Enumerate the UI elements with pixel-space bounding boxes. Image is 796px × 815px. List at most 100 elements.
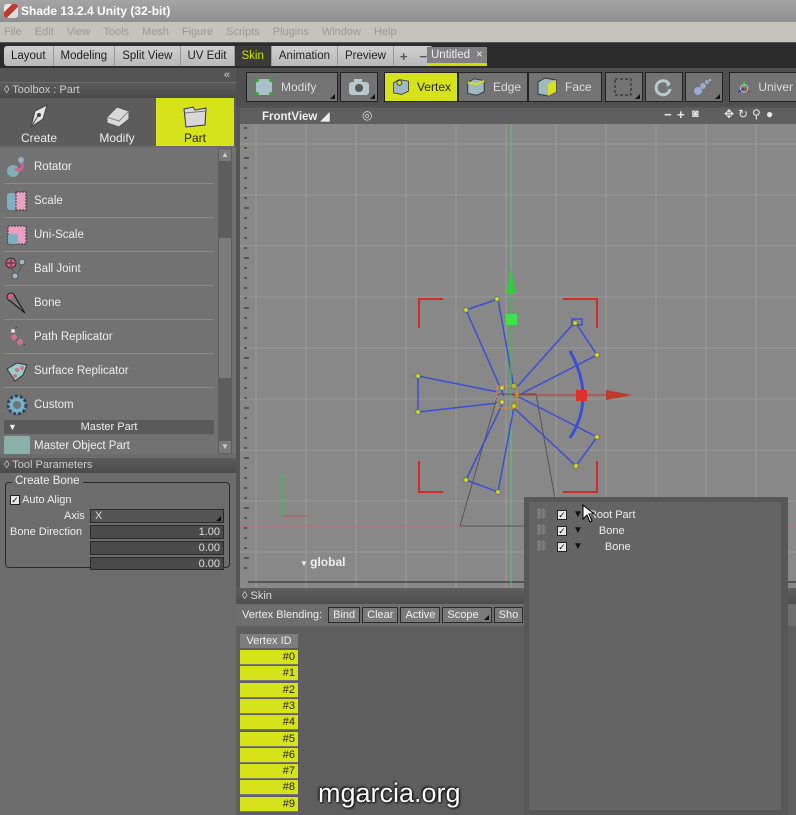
- edge-mode-button[interactable]: Edge: [458, 72, 528, 102]
- tool-master-object-part[interactable]: Master Object Part: [4, 436, 130, 454]
- tab-layout[interactable]: Layout: [4, 46, 54, 66]
- link-icon[interactable]: ⛓: [535, 525, 549, 536]
- bone-direction-z-field[interactable]: 0.00: [90, 557, 224, 570]
- y-scale-handle[interactable]: [506, 314, 517, 325]
- universal-manipulator-button[interactable]: Univer: [729, 72, 796, 102]
- vertex-id-cell[interactable]: #2: [240, 682, 298, 698]
- pan-icon[interactable]: ✥: [724, 108, 734, 121]
- mode-part-button[interactable]: Part: [156, 98, 234, 146]
- face-label: Face: [565, 80, 592, 94]
- tool-list-scrollbar[interactable]: ▲ ▼: [218, 148, 232, 454]
- menu-window[interactable]: Window: [322, 26, 361, 38]
- menu-mesh[interactable]: Mesh: [142, 26, 169, 38]
- collapse-panel-button[interactable]: «: [0, 68, 236, 82]
- vertex-id-cell[interactable]: #1: [240, 666, 298, 682]
- auto-align-checkbox[interactable]: ✓ Auto Align: [10, 494, 72, 506]
- menu-scripts[interactable]: Scripts: [226, 26, 260, 38]
- vertex-id-cell[interactable]: #7: [240, 764, 298, 780]
- target-icon[interactable]: ◎: [362, 108, 372, 122]
- expand-triangle-icon[interactable]: ▼: [573, 541, 583, 552]
- bone-direction-y-field[interactable]: 0.00: [90, 541, 224, 555]
- mode-modify-button[interactable]: Modify: [78, 98, 156, 146]
- view-toolbar: Modify Vertex Edge Face Univer: [236, 68, 796, 106]
- outliner-row[interactable]: ⛓ ✓ ▼ Bone: [535, 523, 625, 538]
- axis-select[interactable]: X: [90, 509, 224, 523]
- coordinate-system-selector[interactable]: ▼ global: [300, 555, 345, 569]
- scroll-down-icon[interactable]: ▼: [219, 441, 231, 453]
- tool-scale[interactable]: Scale: [4, 184, 214, 218]
- scope-button[interactable]: Scope: [442, 607, 492, 623]
- magnify-icon[interactable]: ⚲: [752, 108, 761, 121]
- tab-modeling[interactable]: Modeling: [54, 46, 116, 66]
- scroll-up-icon[interactable]: ▲: [219, 149, 231, 161]
- menu-edit[interactable]: Edit: [35, 26, 54, 38]
- visibility-checkbox[interactable]: ✓: [557, 541, 567, 552]
- section-master-part[interactable]: ▼ Master Part: [4, 420, 214, 434]
- tab-animation[interactable]: Animation: [272, 46, 339, 66]
- toolbox-header[interactable]: ◊ Toolbox : Part: [0, 83, 236, 98]
- universal-manipulator-icon: [737, 81, 751, 93]
- close-icon[interactable]: ×: [476, 49, 483, 61]
- tool-parameters-header[interactable]: ◊ Tool Parameters: [0, 458, 236, 473]
- visibility-checkbox[interactable]: ✓: [557, 509, 567, 520]
- orbit-icon[interactable]: ↻: [738, 108, 748, 121]
- vertex-id-cell[interactable]: #5: [240, 731, 298, 747]
- menu-help[interactable]: Help: [374, 26, 397, 38]
- show-button[interactable]: Sho: [493, 607, 524, 623]
- menu-figure[interactable]: Figure: [182, 26, 213, 38]
- tool-surface-replicator[interactable]: Surface Replicator: [4, 354, 214, 388]
- vertex-id-cell[interactable]: #6: [240, 747, 298, 763]
- tool-bone[interactable]: Bone: [4, 286, 214, 320]
- x-scale-handle[interactable]: [576, 390, 587, 401]
- outliner-row[interactable]: ⛓ ✓ ▼ Bone: [535, 539, 631, 554]
- vertex-id-cell[interactable]: #9: [240, 796, 298, 812]
- tool-custom[interactable]: Custom: [4, 388, 214, 422]
- tab-skin[interactable]: Skin: [234, 46, 272, 66]
- link-icon[interactable]: ⛓: [535, 509, 549, 520]
- rotate-button[interactable]: [645, 72, 683, 102]
- bone-direction-x-field[interactable]: 1.00: [90, 525, 224, 539]
- face-mode-button[interactable]: Face: [528, 72, 602, 102]
- vertex-id-cell[interactable]: #0: [240, 650, 298, 665]
- modify-button[interactable]: Modify: [246, 72, 338, 102]
- link-icon[interactable]: ⛓: [535, 541, 549, 552]
- tool-path-replicator[interactable]: Path Replicator: [4, 320, 214, 354]
- clear-button[interactable]: Clear: [362, 607, 399, 623]
- menu-file[interactable]: File: [4, 26, 22, 38]
- camera-button[interactable]: [340, 72, 378, 102]
- left-panel: « ◊ Toolbox : Part Create Modify Part Ro…: [0, 68, 236, 815]
- tool-parameters-title: Tool Parameters: [12, 459, 93, 471]
- menu-plugins[interactable]: Plugins: [273, 26, 309, 38]
- active-button[interactable]: Active: [400, 607, 441, 623]
- zoom-out-icon[interactable]: −: [664, 108, 672, 122]
- axis-value: X: [95, 510, 103, 522]
- rectangle-select-button[interactable]: [605, 72, 643, 102]
- zoom-in-icon[interactable]: +: [677, 108, 685, 122]
- menu-tools[interactable]: Tools: [103, 26, 129, 38]
- tab-uv-edit[interactable]: UV Edit: [181, 46, 235, 66]
- vertex-id-cell[interactable]: #8: [240, 780, 298, 796]
- scroll-thumb[interactable]: [219, 238, 231, 378]
- tool-rotator[interactable]: Rotator: [4, 150, 214, 184]
- tab-preview[interactable]: Preview: [338, 46, 394, 66]
- vertex-mode-button[interactable]: Vertex: [384, 72, 458, 102]
- document-tab[interactable]: Untitled ×: [427, 47, 487, 66]
- expand-triangle-icon[interactable]: ▼: [573, 525, 583, 536]
- mode-create-button[interactable]: Create: [0, 98, 78, 146]
- tool-uni-scale[interactable]: Uni-Scale: [4, 218, 214, 252]
- tool-ball-joint[interactable]: Ball Joint: [4, 252, 214, 286]
- magnet-button[interactable]: [685, 72, 723, 102]
- camera-view-icon[interactable]: ◙: [692, 108, 699, 120]
- visibility-checkbox[interactable]: ✓: [557, 525, 567, 536]
- add-workspace-button[interactable]: +: [394, 49, 414, 64]
- tab-split-view[interactable]: Split View: [115, 46, 181, 66]
- vertex-id-column-header[interactable]: Vertex ID: [240, 634, 298, 648]
- menu-view[interactable]: View: [67, 26, 91, 38]
- bind-button[interactable]: Bind: [328, 607, 361, 623]
- vertex-id-cell[interactable]: #3: [240, 698, 298, 714]
- view-selector[interactable]: FrontView ◢: [262, 109, 329, 123]
- y-arrow-handle[interactable]: [506, 268, 516, 294]
- x-arrow-handle[interactable]: [606, 390, 632, 400]
- vertex-id-cell[interactable]: #4: [240, 715, 298, 731]
- shading-icon[interactable]: ●: [766, 108, 773, 121]
